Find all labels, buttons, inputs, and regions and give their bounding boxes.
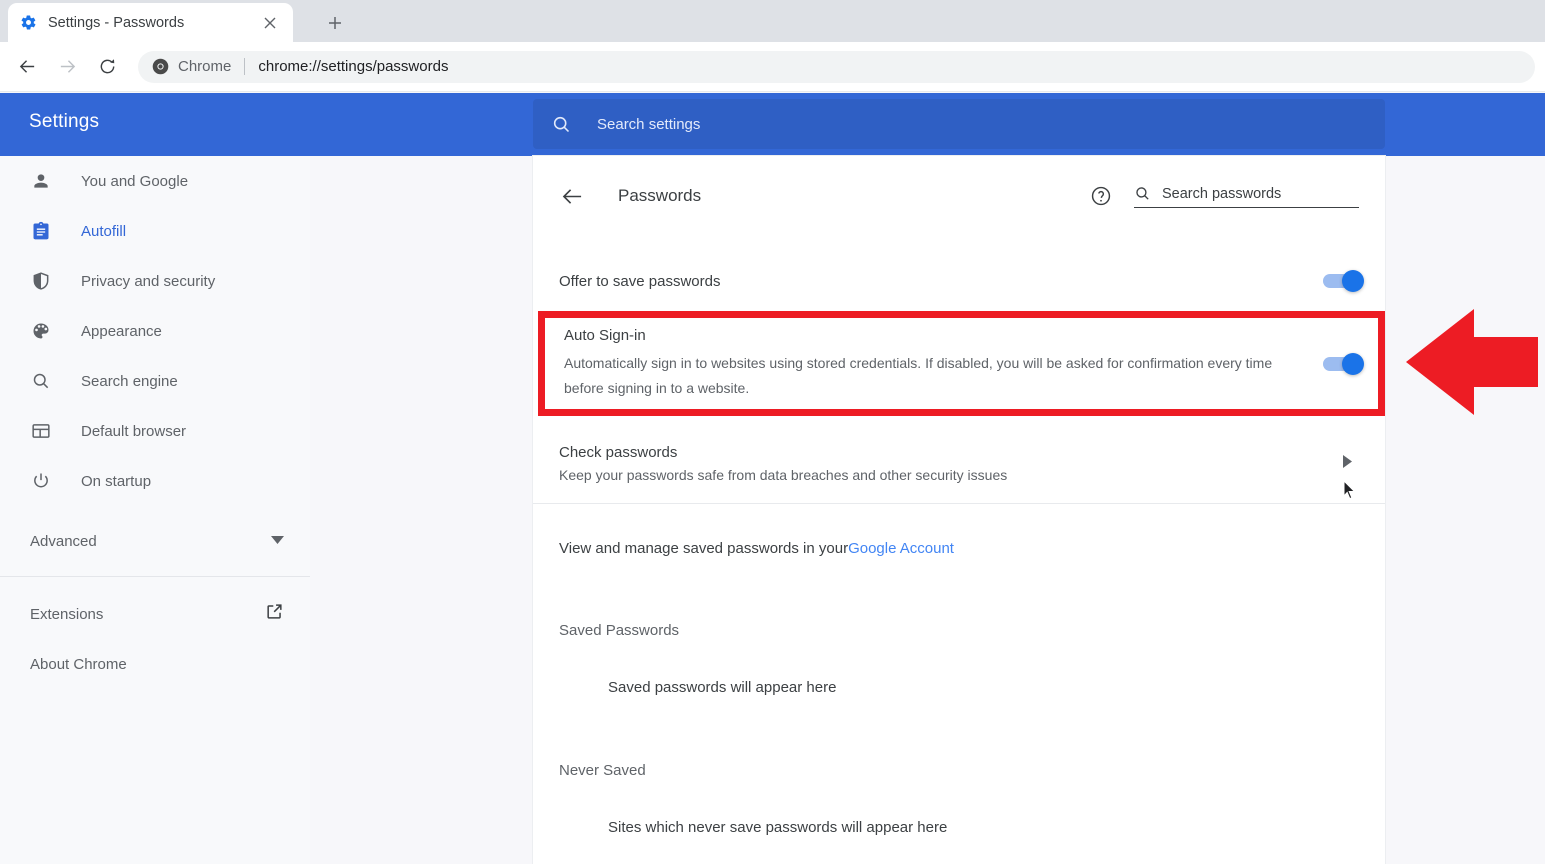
- gear-icon: [21, 15, 36, 30]
- offer-to-save-label: Offer to save passwords: [559, 272, 721, 290]
- google-account-link[interactable]: Google Account: [848, 540, 954, 557]
- omnibox-scheme-label: Chrome: [178, 58, 232, 75]
- check-passwords-description: Keep your passwords safe from data breac…: [559, 466, 1008, 483]
- search-passwords-placeholder: Search passwords: [1162, 186, 1282, 202]
- never-saved-empty-text: Sites which never save passwords will ap…: [608, 819, 948, 836]
- browser-window-icon: [30, 420, 52, 442]
- check-passwords-row[interactable]: Check passwords Keep your passwords safe…: [533, 424, 1385, 502]
- settings-sidebar: You and Google Autofill Privacy and secu…: [0, 156, 310, 864]
- never-saved-heading: Never Saved: [559, 762, 646, 779]
- shield-icon: [30, 270, 52, 292]
- sidebar-item-label: Autofill: [81, 222, 127, 240]
- section-divider: [533, 503, 1385, 504]
- sidebar-item-appearance[interactable]: Appearance: [0, 306, 310, 356]
- sidebar-about-label: About Chrome: [30, 655, 127, 673]
- sidebar-item-about-chrome[interactable]: About Chrome: [0, 639, 310, 689]
- offer-to-save-passwords-row[interactable]: Offer to save passwords: [533, 251, 1385, 311]
- search-passwords-input[interactable]: Search passwords: [1134, 185, 1359, 208]
- passwords-header: Passwords Search passwords: [533, 156, 1385, 236]
- check-passwords-title: Check passwords: [559, 443, 678, 461]
- new-tab-button[interactable]: [320, 8, 350, 38]
- browser-tab[interactable]: Settings - Passwords: [8, 3, 293, 42]
- back-button[interactable]: [10, 50, 44, 84]
- mouse-cursor: [1343, 480, 1356, 500]
- sidebar-item-advanced[interactable]: Advanced: [0, 516, 310, 566]
- back-arrow-icon[interactable]: [559, 183, 585, 209]
- auto-signin-description: Automatically sign in to websites using …: [564, 354, 1273, 396]
- sidebar-item-label: On startup: [81, 472, 152, 490]
- external-link-icon: [265, 602, 284, 626]
- saved-passwords-empty-text: Saved passwords will appear here: [608, 679, 837, 696]
- sidebar-item-label: Default browser: [81, 422, 187, 440]
- passwords-settings-card: Passwords Search passwords Offer to save…: [533, 156, 1385, 864]
- tab-title: Settings - Passwords: [48, 14, 185, 31]
- auto-signin-texts: Auto Sign-in Automatically sign in to we…: [564, 327, 1323, 401]
- settings-title: Settings: [29, 111, 100, 132]
- search-settings-input[interactable]: Search settings: [533, 99, 1385, 149]
- sidebar-item-label: You and Google: [81, 172, 189, 190]
- sidebar-item-default-browser[interactable]: Default browser: [0, 406, 310, 456]
- manage-passwords-row: View and manage saved passwords in your …: [533, 518, 1385, 578]
- sidebar-item-label: Appearance: [81, 322, 162, 340]
- left-arrow-annotation: [1406, 309, 1538, 415]
- saved-passwords-heading: Saved Passwords: [559, 622, 680, 639]
- chevron-right-icon: [1343, 455, 1359, 471]
- sidebar-item-on-startup[interactable]: On startup: [0, 456, 310, 506]
- omnibox-url: chrome://settings/passwords: [258, 58, 449, 75]
- sidebar-advanced-label: Advanced: [30, 532, 97, 550]
- auto-signin-row[interactable]: Auto Sign-in Automatically sign in to we…: [545, 318, 1378, 409]
- browser-tab-strip: Settings - Passwords: [0, 0, 1545, 42]
- offer-to-save-toggle[interactable]: [1323, 270, 1364, 292]
- sidebar-item-label: Search engine: [81, 372, 178, 390]
- auto-signin-highlight: Auto Sign-in Automatically sign in to we…: [538, 311, 1385, 416]
- sidebar-item-label: Privacy and security: [81, 272, 216, 290]
- power-icon: [30, 470, 52, 492]
- sidebar-divider: [0, 576, 310, 577]
- sidebar-item-autofill[interactable]: Autofill: [0, 206, 310, 256]
- chrome-icon: [152, 58, 169, 75]
- help-circle-icon[interactable]: [1090, 185, 1112, 207]
- palette-icon: [30, 320, 52, 342]
- clipboard-icon: [30, 220, 52, 242]
- check-passwords-texts: Check passwords Keep your passwords safe…: [559, 444, 1343, 483]
- sidebar-item-search-engine[interactable]: Search engine: [0, 356, 310, 406]
- search-icon: [1136, 186, 1149, 200]
- search-icon: [30, 370, 52, 392]
- sidebar-item-you-and-google[interactable]: You and Google: [0, 156, 310, 206]
- sidebar-extensions-label: Extensions: [30, 605, 104, 623]
- close-icon[interactable]: [259, 12, 281, 34]
- search-icon: [553, 116, 570, 132]
- browser-toolbar: Chrome chrome://settings/passwords: [0, 42, 1545, 92]
- address-bar[interactable]: Chrome chrome://settings/passwords: [138, 50, 1535, 83]
- manage-passwords-text: View and manage saved passwords in your: [559, 539, 849, 557]
- omnibox-separator: [244, 58, 246, 75]
- page-title: Passwords: [618, 186, 702, 205]
- forward-button[interactable]: [50, 50, 84, 84]
- person-icon: [30, 170, 52, 192]
- chevron-down-icon: [271, 532, 284, 550]
- search-settings-placeholder: Search settings: [597, 115, 701, 133]
- auto-signin-toggle[interactable]: [1323, 352, 1364, 375]
- auto-signin-title: Auto Sign-in: [564, 326, 646, 344]
- sidebar-item-privacy-and-security[interactable]: Privacy and security: [0, 256, 310, 306]
- reload-button[interactable]: [90, 50, 124, 84]
- sidebar-item-extensions[interactable]: Extensions: [0, 589, 310, 639]
